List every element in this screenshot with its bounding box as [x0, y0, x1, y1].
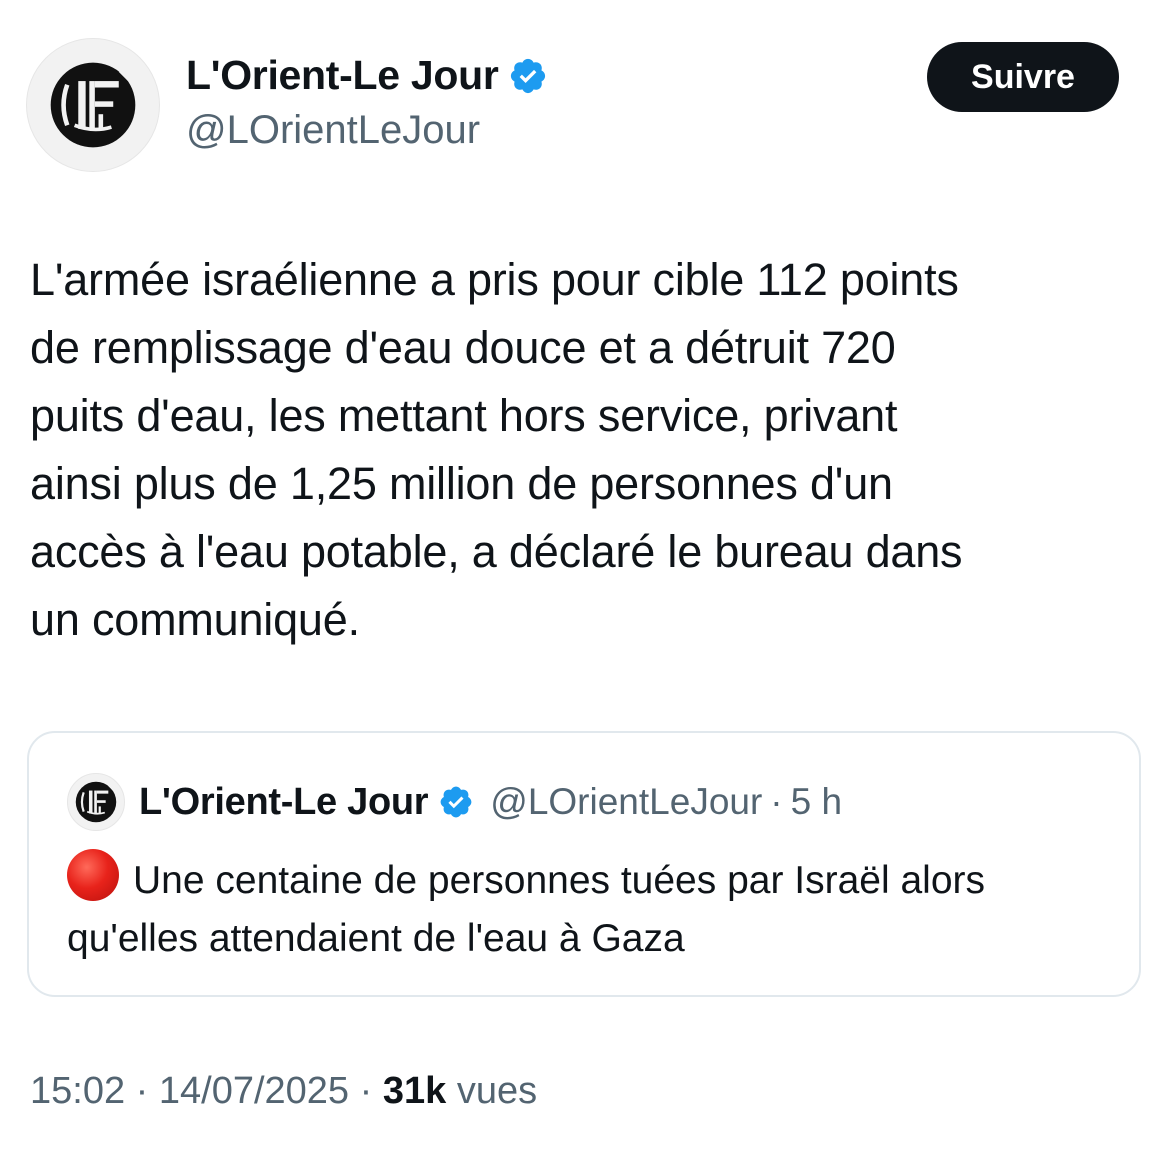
lorient-le-jour-logo-icon — [75, 781, 117, 823]
quoted-tweet-card[interactable]: L'Orient-Le Jour @LOrientLeJour · 5 h Un… — [27, 731, 1141, 997]
quoted-author-handle: @LOrientLeJour — [490, 781, 763, 822]
author-display-name[interactable]: L'Orient-Le Jour — [186, 52, 548, 99]
tweet-date[interactable]: 14/07/2025 — [159, 1070, 349, 1112]
tweet-text: L'armée israélienne a pris pour cible 11… — [30, 254, 963, 645]
follow-button[interactable]: Suivre — [927, 42, 1119, 112]
author-handle[interactable]: @LOrientLeJour — [186, 108, 480, 153]
red-circle-icon — [67, 849, 119, 901]
verified-badge-icon — [508, 56, 548, 96]
quoted-tweet-text: Une centaine de personnes tuées par Isra… — [67, 849, 1107, 968]
author-name-text: L'Orient-Le Jour — [186, 52, 499, 98]
tweet-meta: 15:02 · 14/07/2025 · 31k vues — [30, 1070, 537, 1113]
quoted-separator: · — [770, 781, 783, 822]
quoted-author-name: L'Orient-Le Jour — [139, 780, 429, 823]
meta-separator: · — [359, 1070, 373, 1112]
lorient-le-jour-logo-icon — [50, 62, 136, 148]
tweet-time[interactable]: 15:02 — [30, 1070, 125, 1112]
quoted-tweet-header: L'Orient-Le Jour @LOrientLeJour · 5 h — [67, 773, 842, 831]
author-avatar[interactable] — [26, 38, 160, 172]
quoted-tweet-text-content: Une centaine de personnes tuées par Isra… — [67, 859, 986, 960]
quoted-tweet-time: 5 h — [790, 781, 843, 822]
views-count: 31k — [382, 1070, 447, 1112]
views-label: vues — [456, 1070, 538, 1112]
meta-separator: · — [135, 1070, 149, 1112]
verified-badge-icon — [438, 784, 474, 820]
quoted-author-avatar — [67, 773, 125, 831]
